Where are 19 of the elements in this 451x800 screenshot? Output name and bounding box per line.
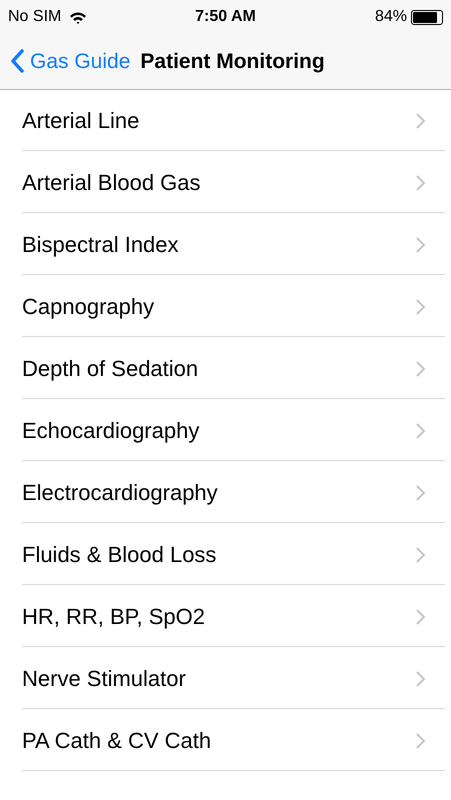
chevron-icon	[416, 360, 425, 376]
back-button[interactable]: Gas Guide	[10, 46, 130, 77]
battery-percent: 84%	[374, 7, 407, 27]
page-title: Patient Monitoring	[140, 48, 325, 74]
carrier-text: No SIM	[8, 7, 62, 27]
chevron-icon	[416, 608, 425, 624]
chevron-icon	[416, 484, 425, 500]
battery-icon	[411, 10, 443, 24]
chevron-icon	[416, 670, 425, 686]
chevron-icon	[416, 422, 425, 438]
chevron-icon	[416, 236, 425, 252]
chevron-icon	[416, 298, 425, 314]
back-chevron-icon	[10, 49, 24, 74]
chevron-icon	[416, 546, 425, 562]
chevron-icon	[416, 732, 425, 748]
chevron-icon	[416, 174, 425, 190]
wifi-icon	[69, 10, 88, 24]
clock-text: 7:50 AM	[195, 8, 256, 25]
chevron-icon	[416, 112, 425, 128]
